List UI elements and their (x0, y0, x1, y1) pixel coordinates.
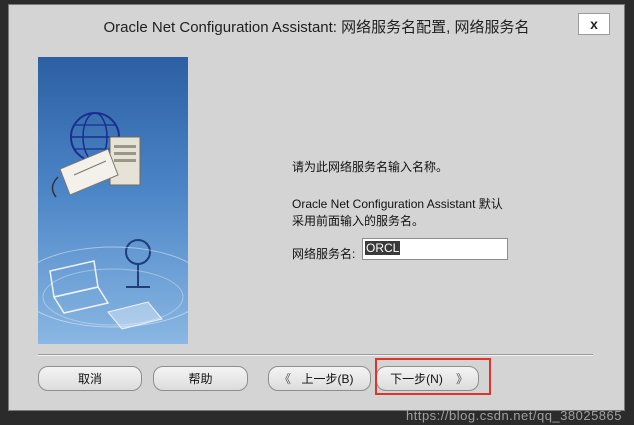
wizard-illustration (38, 57, 188, 344)
title-bar: Oracle Net Configuration Assistant: 网络服务… (9, 5, 624, 45)
back-button-label: 上一步(B) (301, 372, 354, 386)
back-arrow-icon: 《 (279, 372, 292, 386)
close-button[interactable]: x (578, 13, 610, 35)
service-name-label: 网络服务名: (292, 247, 356, 261)
help-button[interactable]: 帮助 (153, 366, 248, 391)
help-button-label: 帮助 (188, 372, 213, 386)
cancel-button-label: 取消 (77, 372, 102, 386)
back-button[interactable]: 《 上一步(B) (268, 366, 371, 391)
network-illustration-icon (38, 112, 188, 330)
prompt-text: 请为此网络服务名输入名称。 (292, 160, 449, 174)
footer-divider (38, 354, 593, 356)
watermark-text: https://blog.csdn.net/qq_38025865 (406, 408, 622, 423)
next-button-highlight (375, 358, 491, 395)
cancel-button[interactable]: 取消 (38, 366, 142, 391)
service-name-value: ORCL (365, 241, 401, 255)
window-title: Oracle Net Configuration Assistant: 网络服务… (103, 18, 530, 36)
service-name-input[interactable]: ORCL (362, 238, 508, 260)
info-text-line1: Oracle Net Configuration Assistant 默认 (292, 197, 503, 211)
dialog-window: Oracle Net Configuration Assistant: 网络服务… (8, 4, 625, 411)
info-text-line2: 采用前面输入的服务名。 (292, 214, 425, 228)
